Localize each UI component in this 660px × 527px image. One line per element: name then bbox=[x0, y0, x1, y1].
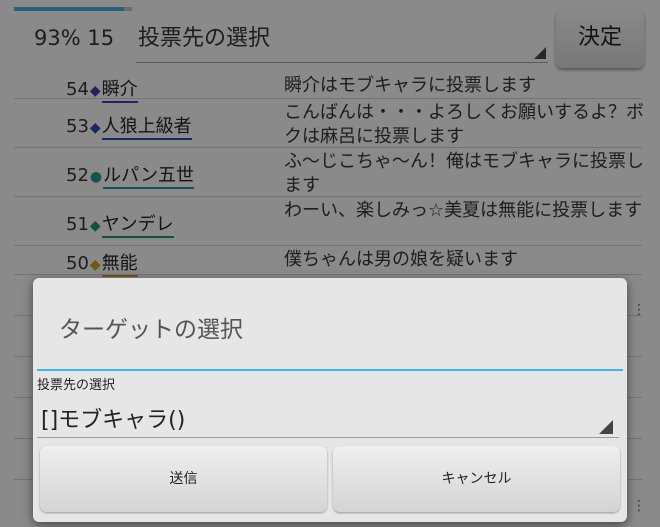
vote-target-dropdown-value: []モブキャラ() bbox=[41, 408, 186, 433]
send-button[interactable]: 送信 bbox=[40, 446, 327, 512]
dialog-title: ターゲットの選択 bbox=[59, 317, 243, 343]
target-select-dialog: ターゲットの選択 投票先の選択 []モブキャラ() 送信 キャンセル bbox=[33, 278, 627, 522]
dialog-title-divider bbox=[37, 369, 623, 371]
dropdown-triangle-icon bbox=[599, 420, 613, 434]
more-options-icon: ⋮ bbox=[632, 302, 646, 318]
more-options-icon: ⋮ bbox=[632, 498, 646, 514]
vote-target-dropdown[interactable]: []モブキャラ() bbox=[37, 394, 619, 438]
field-label: 投票先の選択 bbox=[37, 378, 116, 393]
cancel-button[interactable]: キャンセル bbox=[333, 446, 620, 512]
